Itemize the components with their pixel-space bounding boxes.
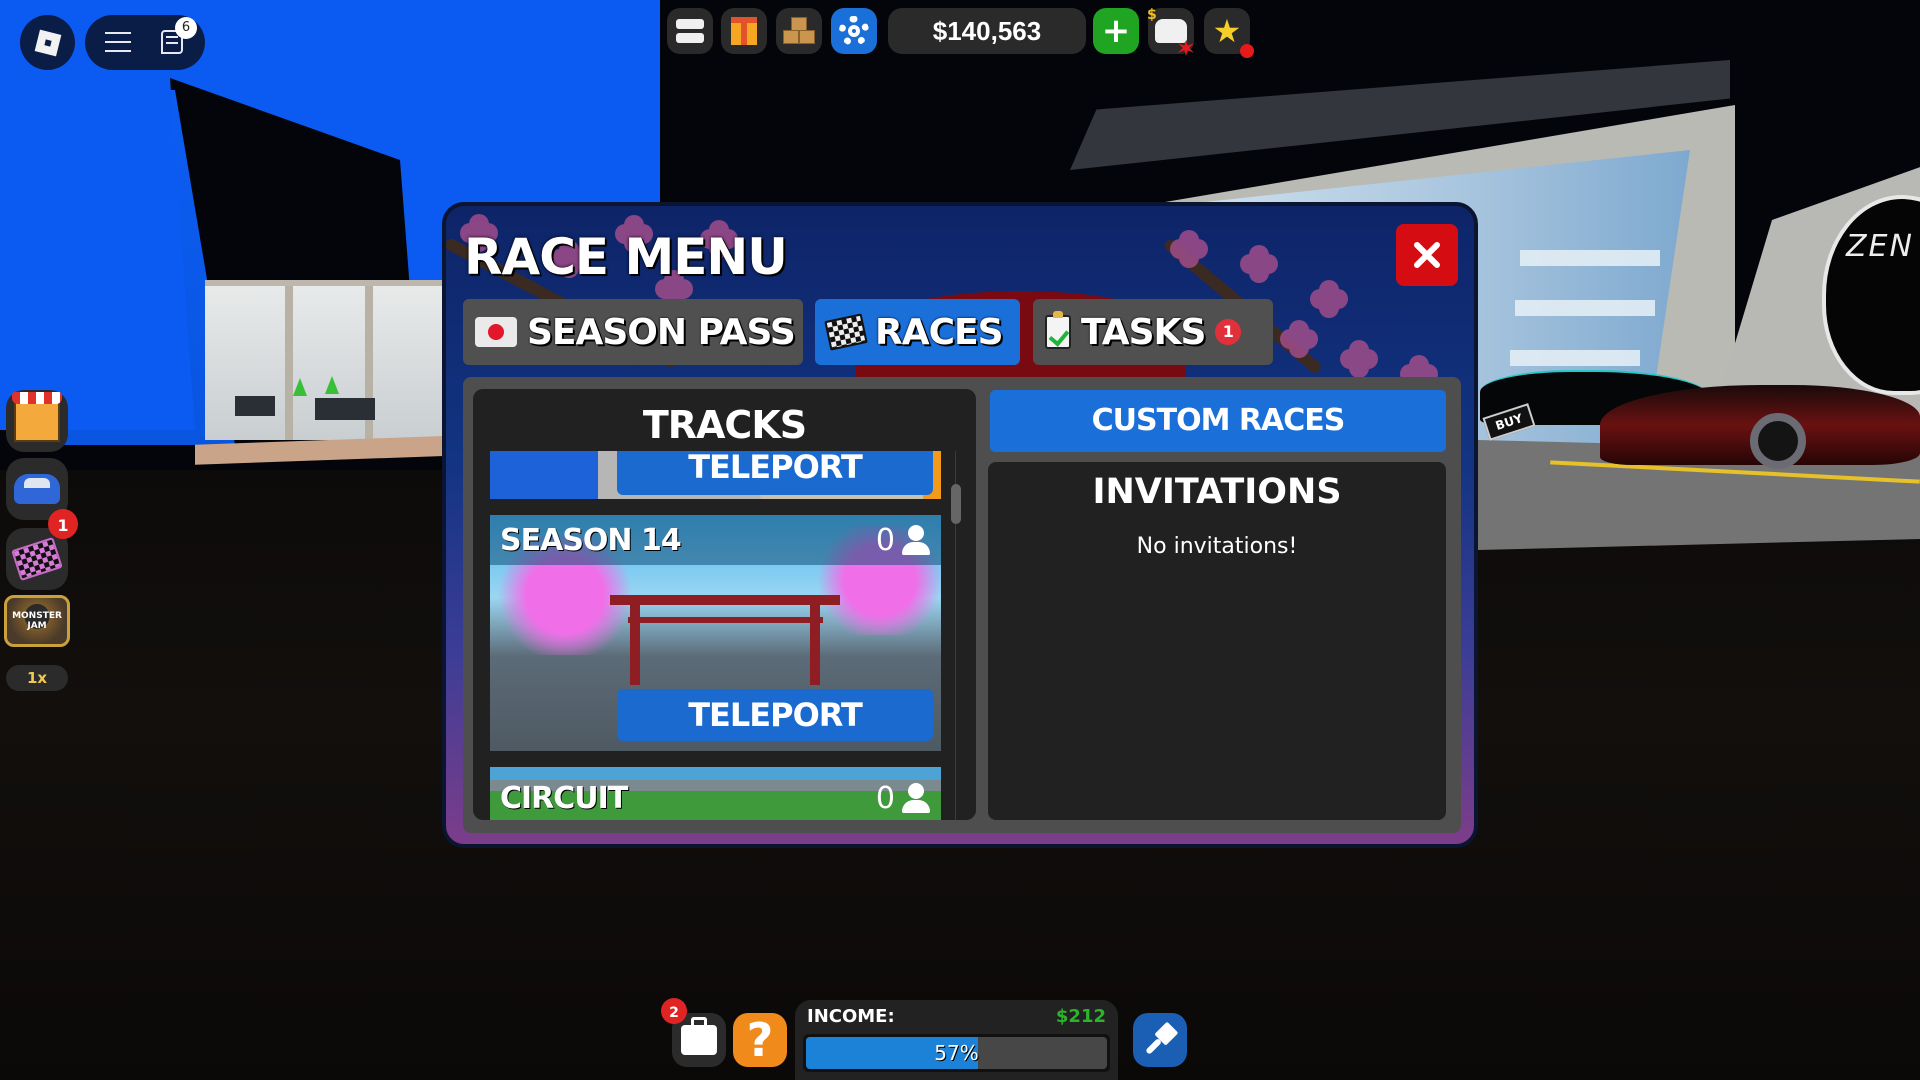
invitations-empty-text: No invitations! xyxy=(1136,534,1298,559)
clipboard-check-icon xyxy=(1045,311,1071,349)
income-progress-label: 57% xyxy=(934,1041,979,1065)
roblox-menu-button[interactable] xyxy=(20,15,75,70)
gear-icon xyxy=(839,16,869,46)
roblox-logo-icon xyxy=(34,29,61,56)
paint-brush-icon xyxy=(1135,1015,1186,1066)
user-icon xyxy=(901,783,931,813)
income-value: $212 xyxy=(1055,1006,1106,1027)
server-icon xyxy=(676,19,704,43)
track-card: TELEPORT xyxy=(490,451,941,499)
player-count: 0 xyxy=(876,523,931,558)
invitations-panel: INVITATIONS No invitations! xyxy=(988,462,1446,820)
checkered-flag-icon xyxy=(11,536,63,582)
shop-window xyxy=(205,280,445,440)
question-mark-icon: ? xyxy=(746,1013,774,1067)
race-menu-dialog: RACE MENU SEASON PASS RACES TASKS 1 TRAC… xyxy=(442,202,1478,848)
income-label: INCOME: xyxy=(807,1006,895,1027)
income-panel: INCOME: $212 57% xyxy=(795,1000,1118,1080)
track-card: SEASON 14 0 TELEPORT xyxy=(490,515,941,751)
track-card: CIRCUIT 0 xyxy=(490,767,941,820)
boxes-icon xyxy=(781,17,817,45)
custom-races-button[interactable]: CUSTOM RACES xyxy=(990,390,1446,452)
tracks-scrollbar[interactable] xyxy=(951,484,961,524)
torii-gate xyxy=(610,595,840,685)
plus-icon: + xyxy=(1101,11,1131,51)
track-name: SEASON 14 xyxy=(500,522,682,558)
invitations-title: INVITATIONS xyxy=(1092,472,1342,512)
user-icon xyxy=(901,525,931,555)
teleport-button[interactable]: TELEPORT xyxy=(617,689,933,741)
speed-multiplier[interactable]: 1x xyxy=(6,665,68,691)
shop-icon xyxy=(12,392,62,442)
gift-icon xyxy=(731,17,757,45)
tab-races[interactable]: RACES xyxy=(815,299,1020,365)
income-progress-bar: 57% xyxy=(803,1034,1110,1072)
tracks-title: TRACKS xyxy=(642,403,807,447)
briefcase-icon xyxy=(681,1017,717,1055)
add-money-button[interactable]: + xyxy=(1093,8,1139,54)
tab-tasks[interactable]: TASKS 1 xyxy=(1033,299,1273,365)
races-badge: 1 xyxy=(48,509,78,539)
checkered-flag-icon xyxy=(824,313,868,351)
close-button[interactable] xyxy=(1396,224,1458,286)
help-button[interactable]: ? xyxy=(733,1013,787,1067)
player-count: 0 xyxy=(876,781,931,816)
tracks-panel: TRACKS TELEPORT SEASON 14 0 TELEPORT CIR… xyxy=(473,389,976,820)
teleport-button[interactable]: TELEPORT xyxy=(617,451,933,495)
track-name: CIRCUIT xyxy=(500,780,628,816)
chat-badge: 6 xyxy=(175,17,197,39)
star-icon: ★ xyxy=(1212,12,1242,50)
japan-flag-icon xyxy=(475,317,517,347)
roblox-topbar: 6 xyxy=(85,15,205,70)
hamburger-menu-icon[interactable] xyxy=(105,32,131,52)
settings-button[interactable] xyxy=(831,8,877,54)
car-icon xyxy=(14,474,60,504)
car-cash-button[interactable] xyxy=(1147,7,1194,56)
crates-button[interactable] xyxy=(776,8,822,54)
race-content-panel: TRACKS TELEPORT SEASON 14 0 TELEPORT CIR… xyxy=(463,377,1461,833)
paint-button[interactable] xyxy=(1133,1013,1187,1067)
gifts-button[interactable] xyxy=(721,8,767,54)
money-display: $140,563 xyxy=(888,8,1086,54)
display-car-red[interactable] xyxy=(1600,385,1920,469)
modal-title: RACE MENU xyxy=(464,228,788,286)
monster-jam-button[interactable]: MONSTER JAM xyxy=(4,595,70,647)
inventory-badge: 2 xyxy=(661,998,687,1024)
tasks-badge: 1 xyxy=(1215,319,1242,345)
car-money-icon xyxy=(1147,7,1187,43)
close-icon xyxy=(1414,242,1440,268)
servers-button[interactable] xyxy=(667,8,713,54)
shop-button[interactable] xyxy=(6,390,68,452)
tab-season-pass[interactable]: SEASON PASS xyxy=(463,299,803,365)
favorites-button[interactable]: ★ xyxy=(1204,8,1254,58)
track-list[interactable]: TELEPORT SEASON 14 0 TELEPORT CIRCUIT 0 xyxy=(490,451,941,820)
notification-dot xyxy=(1240,44,1254,58)
